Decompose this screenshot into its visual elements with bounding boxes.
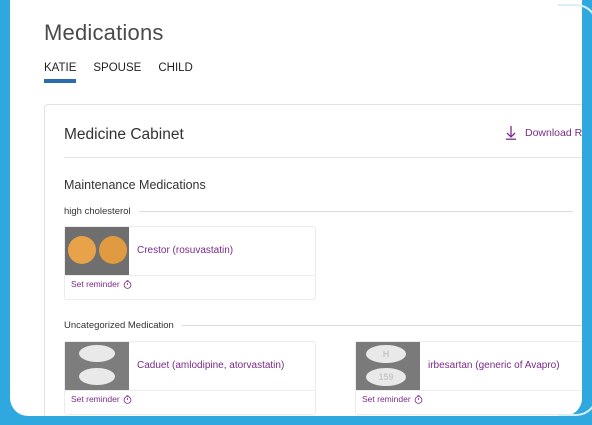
clock-icon [123,394,131,404]
pill-round [68,236,96,264]
group-label-uncategorized: Uncategorized Medication [64,320,582,331]
pill-image-crestor [65,227,129,275]
set-reminder-link[interactable]: Set reminder [71,279,132,289]
medication-card-caduet: Caduet (amlodipine, atorvastatin) Set re… [64,341,316,415]
tab-katie[interactable]: KATIE [44,62,77,83]
set-reminder-link[interactable]: Set reminder [71,394,132,404]
card-title: Medicine Cabinet [64,126,184,143]
pill-round [99,236,127,264]
medication-name-link[interactable]: irbesartan (generic of Avapro) [428,360,560,371]
app-window: Medications KATIE SPOUSE CHILD Medicine … [10,0,582,416]
card-separator [65,390,315,391]
medication-name-link[interactable]: Crestor (rosuvastatin) [137,245,233,256]
group-label-text: Uncategorized Medication [64,320,174,331]
reminder-label: Set reminder [362,394,411,404]
page-title: Medications [44,20,164,45]
group-label-text: high cholesterol [64,206,131,217]
pill-oval [79,368,115,385]
pill-oval [79,345,115,362]
medication-card-crestor: Crestor (rosuvastatin) Set reminder [64,226,316,300]
tab-spouse[interactable]: SPOUSE [93,62,141,74]
clock-icon [123,279,131,289]
pill-image-irbesartan: H 159 [356,342,420,390]
card-separator [65,275,315,276]
tab-child[interactable]: CHILD [158,62,193,74]
profile-tabs: KATIE SPOUSE CHILD [44,62,193,83]
download-link[interactable]: Download Re [505,125,582,140]
pill-imprint: H [382,349,390,359]
group-divider [138,211,573,212]
pill-imprint: 159 [378,372,394,382]
medication-card-irbesartan: H 159 irbesartan (generic of Avapro) Set… [355,341,582,415]
medicine-cabinet-card: Medicine Cabinet Download Re Maintenance… [44,104,582,416]
download-label: Download Re [525,126,582,139]
clock-icon [414,394,422,404]
pill-oval: 159 [366,368,406,386]
download-arrow-icon [506,126,516,140]
maintenance-section-title: Maintenance Medications [64,178,206,192]
pill-oval: H [366,345,406,363]
pill-image-caduet [65,342,129,390]
group-label-high-cholesterol: high cholesterol [64,206,573,217]
reminder-label: Set reminder [71,394,120,404]
card-separator [356,390,582,391]
group-divider [181,325,582,326]
reminder-label: Set reminder [71,279,120,289]
card-divider [64,157,582,158]
medication-name-link[interactable]: Caduet (amlodipine, atorvastatin) [137,360,284,371]
set-reminder-link[interactable]: Set reminder [362,394,423,404]
